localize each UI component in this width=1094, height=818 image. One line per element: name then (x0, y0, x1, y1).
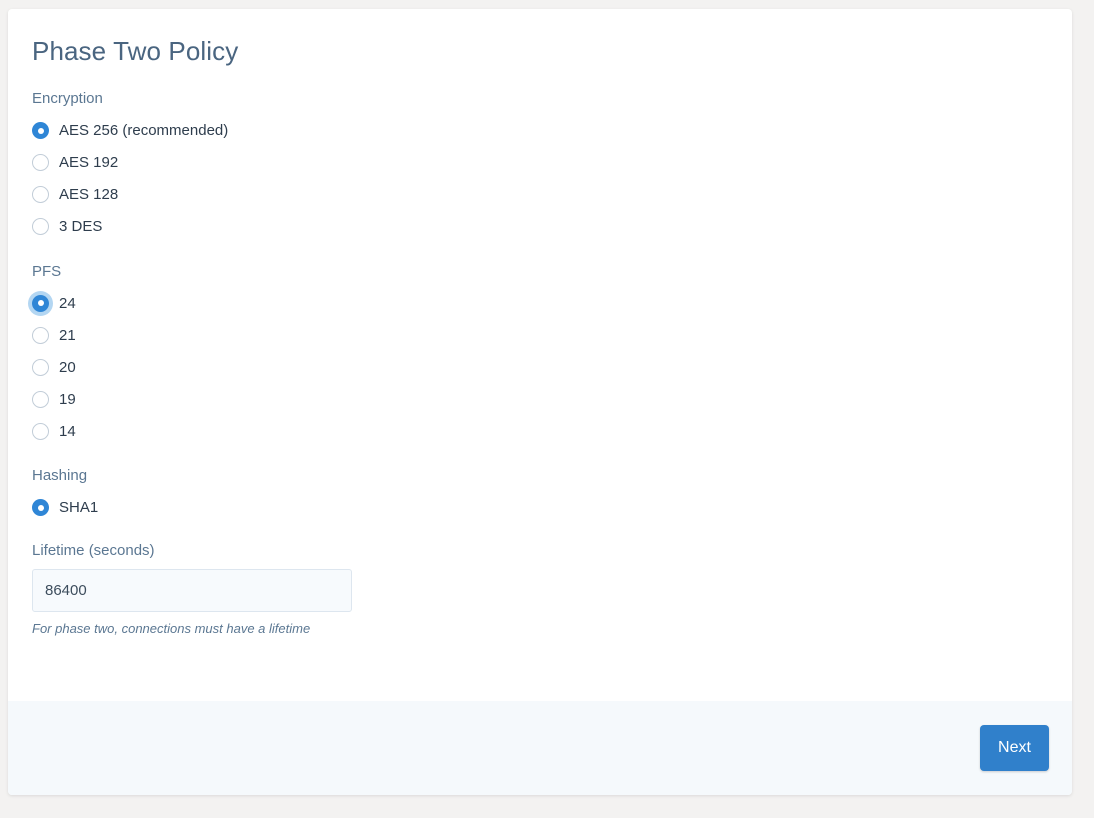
lifetime-input[interactable] (32, 569, 352, 613)
phase-two-policy-card: Phase Two Policy Encryption AES 256 (rec… (8, 9, 1072, 795)
radio-icon-pfs-24[interactable] (32, 294, 49, 312)
radio-label-pfs-21: 21 (59, 326, 76, 344)
radio-label-aes-256: AES 256 (recommended) (59, 122, 229, 140)
radio-option-3-des[interactable]: 3 DES (32, 214, 102, 240)
radio-icon-aes-192[interactable] (32, 154, 49, 172)
radio-icon-sha1[interactable] (32, 499, 49, 517)
radio-option-pfs-14[interactable]: 14 (32, 418, 76, 444)
radio-option-aes-128[interactable]: AES 128 (32, 182, 118, 208)
radio-icon-aes-128[interactable] (32, 186, 49, 204)
radio-option-pfs-24[interactable]: 24 (32, 290, 76, 316)
card-footer: Next (8, 701, 1072, 795)
lifetime-label: Lifetime (seconds) (32, 541, 155, 559)
radio-label-pfs-20: 20 (59, 358, 76, 376)
radio-icon-pfs-14[interactable] (32, 422, 49, 440)
encryption-group: Encryption AES 256 (recommended) AES 192… (32, 89, 1048, 240)
radio-option-pfs-19[interactable]: 19 (32, 386, 76, 412)
radio-icon-aes-256[interactable] (32, 122, 49, 140)
card-body: Phase Two Policy Encryption AES 256 (rec… (8, 9, 1072, 638)
radio-icon-pfs-19[interactable] (32, 390, 49, 408)
hashing-group-label: Hashing (32, 467, 88, 485)
radio-label-pfs-14: 14 (59, 422, 76, 440)
radio-icon-3-des[interactable] (32, 218, 49, 236)
radio-label-aes-192: AES 192 (59, 154, 119, 172)
radio-option-pfs-20[interactable]: 20 (32, 354, 76, 380)
radio-label-aes-128: AES 128 (59, 186, 119, 204)
radio-option-aes-192[interactable]: AES 192 (32, 150, 118, 176)
radio-label-pfs-19: 19 (59, 390, 76, 408)
radio-label-pfs-24: 24 (59, 294, 76, 312)
radio-icon-pfs-21[interactable] (32, 326, 49, 344)
page-title: Phase Two Policy (32, 36, 239, 66)
radio-option-aes-256[interactable]: AES 256 (recommended) (32, 118, 228, 144)
lifetime-group: Lifetime (seconds) For phase two, connec… (32, 541, 1048, 638)
pfs-group: PFS 24 21 20 19 14 (32, 262, 1048, 445)
encryption-group-label: Encryption (32, 90, 103, 108)
pfs-group-label: PFS (32, 262, 62, 280)
radio-label-sha1: SHA1 (59, 499, 99, 517)
next-button[interactable]: Next (980, 725, 1049, 771)
hashing-group: Hashing SHA1 (32, 466, 1048, 521)
radio-label-3-des: 3 DES (59, 218, 103, 236)
radio-icon-pfs-20[interactable] (32, 358, 49, 376)
radio-option-pfs-21[interactable]: 21 (32, 322, 76, 348)
radio-option-sha1[interactable]: SHA1 (32, 495, 98, 521)
lifetime-help-text: For phase two, connections must have a l… (32, 621, 311, 637)
